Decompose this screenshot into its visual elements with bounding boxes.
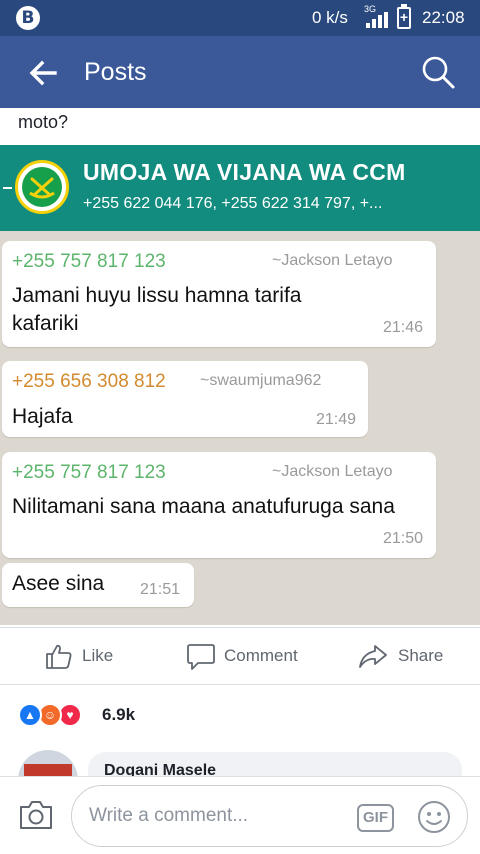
comment-bubble-icon [187,644,215,670]
gif-button[interactable]: GIF [357,804,394,832]
sender-alias: ~Jackson Letayo [272,463,393,480]
network-speed: 0 k/s [312,8,348,27]
message-time: 21:50 [383,530,424,547]
battery-icon: + [397,4,411,29]
thumbs-up-icon [46,644,72,669]
search-icon[interactable] [420,54,456,90]
screen: { "status_bar": { "logo": "B", "network_… [0,0,480,854]
message-time: 21:49 [316,411,357,428]
reaction-count: 6.9k [102,705,136,724]
message-bubble: Asee sina 21:51 [2,563,194,607]
sender-phone: +255 656 308 812 [12,371,166,392]
post-actions: Like Comment Share [0,627,480,685]
like-reaction-icon: ▲ [18,703,42,727]
comment-button[interactable]: Comment [186,628,306,684]
reactions-summary[interactable]: ▲ ☺ ♥ 6.9k [18,703,218,727]
group-title: UMOJA WA VIJANA WA CCM [83,159,406,185]
message-bubble: +255 757 817 123 ~Jackson Letayo Jamani … [2,241,436,347]
sender-alias: ~swaumjuma962 [200,372,322,389]
post-text: moto? [18,112,69,132]
comment-composer: Write a comment... GIF [0,776,480,854]
status-bar: B 0 k/s 3G + 22:08 [0,0,480,36]
message-text: Hajafa [12,405,73,428]
sender-phone: +255 757 817 123 [12,251,166,272]
group-avatar [15,160,69,214]
clock: 22:08 [422,8,465,27]
comment-label: Comment [224,646,298,665]
sender-alias: ~Jackson Letayo [272,252,393,269]
share-label: Share [398,646,444,665]
message-text: Nilitamani sana maana anatufuruga sana [12,495,395,518]
comment-bubble[interactable]: Dogani Masele [88,752,462,776]
page-title: Posts [84,58,147,86]
app-logo-icon: B [16,6,40,30]
comment-placeholder: Write a comment... [89,805,249,826]
avatar[interactable] [18,750,78,776]
message-time: 21:51 [140,581,181,598]
ccm-hoe-icon [29,177,55,199]
comment-input[interactable]: Write a comment... GIF [71,785,468,847]
post-image[interactable]: UMOJA WA VIJANA WA CCM +255 622 044 176,… [0,145,480,625]
like-label: Like [82,646,114,665]
group-members: +255 622 044 176, +255 622 314 797, +... [83,195,383,212]
sender-phone: +255 757 817 123 [12,462,166,483]
signal-icon [366,12,388,28]
whatsapp-group-header: UMOJA WA VIJANA WA CCM +255 622 044 176,… [0,145,480,231]
app-bar: Posts [0,36,480,108]
message-text: Asee sina [12,572,105,595]
share-arrow-icon [359,645,387,668]
emoji-icon[interactable] [417,800,451,834]
camera-icon[interactable] [18,799,54,831]
message-bubble: +255 656 308 812 ~swaumjuma962 Hajafa 21… [2,361,368,437]
like-button[interactable]: Like [44,628,134,684]
comment-preview: Dogani Masele [0,748,480,776]
back-arrow-icon[interactable] [28,58,58,88]
whatsapp-back-icon [3,187,12,189]
message-text: Jamani huyu lissu hamna tarifa kafariki [12,284,302,335]
share-button[interactable]: Share [358,628,448,684]
comment-author[interactable]: Dogani Masele [104,762,216,776]
message-bubble: +255 757 817 123 ~Jackson Letayo Nilitam… [2,452,436,558]
message-time: 21:46 [383,319,424,336]
